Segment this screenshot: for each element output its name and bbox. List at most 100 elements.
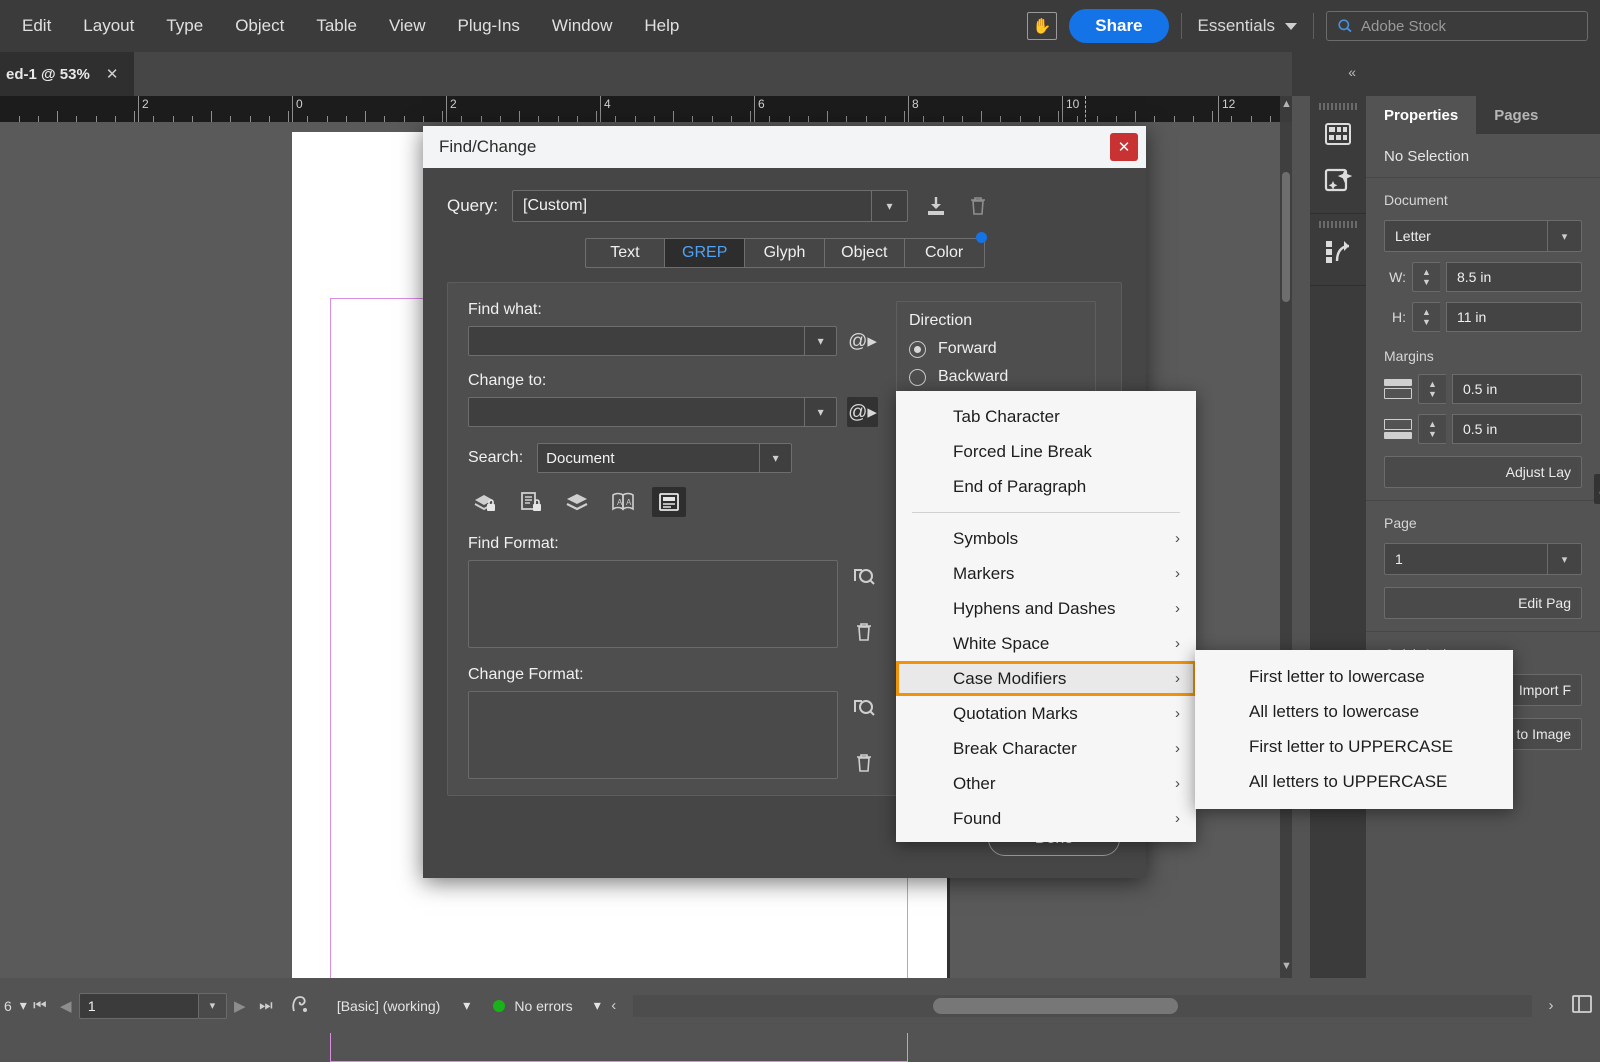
include-locked-stories-icon[interactable] <box>514 487 548 517</box>
share-button[interactable]: Share <box>1069 9 1168 43</box>
include-hidden-layers-icon[interactable] <box>560 487 594 517</box>
specify-attributes-icon[interactable] <box>850 693 878 721</box>
menu-item-end-of-paragraph[interactable]: End of Paragraph <box>896 469 1196 504</box>
pages-panel-icon[interactable] <box>1310 157 1366 203</box>
next-page-icon[interactable]: ▶ <box>227 997 253 1015</box>
change-format-box[interactable] <box>468 691 838 779</box>
menu-item-white-space[interactable]: White Space› <box>896 626 1196 661</box>
trash-icon[interactable] <box>964 192 992 220</box>
properties-panel-icon[interactable] <box>1310 111 1366 157</box>
margin-bottom-input[interactable]: 0.5 in <box>1452 414 1582 444</box>
height-input[interactable]: 11 in <box>1446 302 1582 332</box>
menu-item-help[interactable]: Help <box>628 0 695 52</box>
menu-item-layout[interactable]: Layout <box>67 0 150 52</box>
scroll-up-icon[interactable]: ▲ <box>1281 98 1292 110</box>
menu-item-markers[interactable]: Markers› <box>896 556 1196 591</box>
menu-item-type[interactable]: Type <box>150 0 219 52</box>
radio-backward[interactable]: Backward <box>909 368 1083 386</box>
find-special-char-icon[interactable]: @▸ <box>847 326 878 356</box>
menu-item-quotation-marks[interactable]: Quotation Marks› <box>896 696 1196 731</box>
close-icon[interactable]: ✕ <box>106 65 119 83</box>
chevron-down-icon: ▾ <box>759 444 791 472</box>
document-tab[interactable]: ed-1 @ 53% ✕ <box>0 52 134 96</box>
change-to-combo[interactable]: ▾ <box>468 397 837 427</box>
menu-item-object[interactable]: Object <box>219 0 300 52</box>
zoom-level-selector[interactable]: 6 ▾ <box>0 997 27 1014</box>
margin-top-stepper[interactable]: ▲▼ <box>1418 374 1446 404</box>
submenu-item-first-letter-lowercase[interactable]: First letter to lowercase <box>1195 659 1513 694</box>
menu-item-other[interactable]: Other› <box>896 766 1196 801</box>
find-format-box[interactable] <box>468 560 838 648</box>
hand-touch-icon[interactable]: ✋ <box>1027 12 1057 40</box>
specify-attributes-icon[interactable] <box>850 562 878 590</box>
first-page-icon[interactable]: ⏮ <box>27 997 53 1014</box>
tab-text[interactable]: Text <box>586 239 666 267</box>
cc-libraries-icon[interactable] <box>1310 229 1366 275</box>
menu-item-found[interactable]: Found› <box>896 801 1196 836</box>
include-locked-layers-icon[interactable] <box>468 487 502 517</box>
submenu-item-first-letter-uppercase[interactable]: First letter to UPPERCASE <box>1195 729 1513 764</box>
width-stepper[interactable]: ▲▼ <box>1412 262 1440 292</box>
tab-glyph[interactable]: Glyph <box>745 239 825 267</box>
tab-properties[interactable]: Properties <box>1366 96 1476 134</box>
hscroll-left-icon[interactable]: ‹ <box>601 997 627 1014</box>
find-what-combo[interactable]: ▾ <box>468 326 837 356</box>
workspace-selector[interactable]: Essentials <box>1194 16 1301 36</box>
menu-item-edit[interactable]: Edit <box>0 0 67 52</box>
page-size-dropdown[interactable]: Letter ▾ <box>1384 220 1582 252</box>
menu-item-window[interactable]: Window <box>536 0 628 52</box>
trash-icon[interactable] <box>850 618 878 646</box>
adobe-stock-search[interactable]: Adobe Stock <box>1326 11 1588 41</box>
horizontal-ruler[interactable]: 2024681012 <box>0 96 1292 122</box>
menu-item-symbols[interactable]: Symbols› <box>896 521 1196 556</box>
dialog-title-bar[interactable]: Find/Change ✕ <box>423 126 1146 168</box>
include-footnotes-icon[interactable] <box>652 487 686 517</box>
menu-item-table[interactable]: Table <box>300 0 373 52</box>
page-number-dropdown[interactable]: 1 ▾ <box>1384 543 1582 575</box>
menu-item-plugins[interactable]: Plug-Ins <box>442 0 536 52</box>
last-page-icon[interactable]: ⏭ <box>253 997 279 1014</box>
preflight-icon[interactable] <box>279 993 323 1019</box>
double-chevron-left-icon[interactable]: « <box>1348 64 1356 80</box>
menu-item-hyphens-and-dashes[interactable]: Hyphens and Dashes› <box>896 591 1196 626</box>
view-mode-icon[interactable] <box>1564 994 1600 1018</box>
edit-page-button[interactable]: Edit Pag <box>1384 587 1582 619</box>
menu-item-tab-character[interactable]: Tab Character <box>896 399 1196 434</box>
scrollbar-thumb[interactable] <box>1282 172 1290 302</box>
menu-item-forced-line-break[interactable]: Forced Line Break <box>896 434 1196 469</box>
margin-top-input[interactable]: 0.5 in <box>1452 374 1582 404</box>
adjust-layout-button[interactable]: Adjust Lay <box>1384 456 1582 488</box>
scroll-down-icon[interactable]: ▼ <box>1281 960 1292 972</box>
include-master-pages-icon[interactable]: AA <box>606 487 640 517</box>
submenu-item-all-letters-lowercase[interactable]: All letters to lowercase <box>1195 694 1513 729</box>
query-dropdown[interactable]: [Custom] ▾ <box>512 190 908 222</box>
page-number-dropdown-arrow[interactable]: ▾ <box>199 993 227 1019</box>
prev-page-icon[interactable]: ◀ <box>53 997 79 1015</box>
width-input[interactable]: 8.5 in <box>1446 262 1582 292</box>
menu-item-view[interactable]: View <box>373 0 442 52</box>
tab-color[interactable]: Color <box>905 239 984 267</box>
tab-pages[interactable]: Pages <box>1476 96 1556 134</box>
preflight-profile-selector[interactable]: [Basic] (working) ▾ No errors ▾ <box>337 997 601 1014</box>
submenu-item-all-letters-uppercase[interactable]: All letters to UPPERCASE <box>1195 764 1513 799</box>
change-special-char-icon[interactable]: @▸ <box>847 397 878 427</box>
hscroll-right-icon[interactable]: › <box>1538 997 1564 1014</box>
menu-item-case-modifiers[interactable]: Case Modifiers› <box>896 661 1196 696</box>
link-margins-icon[interactable]: 🔗 <box>1594 474 1600 504</box>
rail-grip[interactable] <box>1310 220 1366 229</box>
scrollbar-thumb[interactable] <box>933 998 1178 1014</box>
rail-grip[interactable] <box>1310 102 1366 111</box>
vertical-scrollbar[interactable] <box>1280 122 1292 978</box>
height-stepper[interactable]: ▲▼ <box>1412 302 1440 332</box>
tab-grep[interactable]: GREP <box>665 239 745 267</box>
save-query-icon[interactable] <box>922 192 950 220</box>
radio-forward[interactable]: Forward <box>909 340 1083 358</box>
search-scope-dropdown[interactable]: Document ▾ <box>537 443 792 473</box>
tab-object[interactable]: Object <box>825 239 905 267</box>
menu-item-break-character[interactable]: Break Character› <box>896 731 1196 766</box>
horizontal-scrollbar[interactable] <box>633 995 1532 1017</box>
trash-icon[interactable] <box>850 749 878 777</box>
page-number-input[interactable]: 1 <box>79 993 199 1019</box>
margin-bottom-stepper[interactable]: ▲▼ <box>1418 414 1446 444</box>
close-icon[interactable]: ✕ <box>1110 133 1138 161</box>
